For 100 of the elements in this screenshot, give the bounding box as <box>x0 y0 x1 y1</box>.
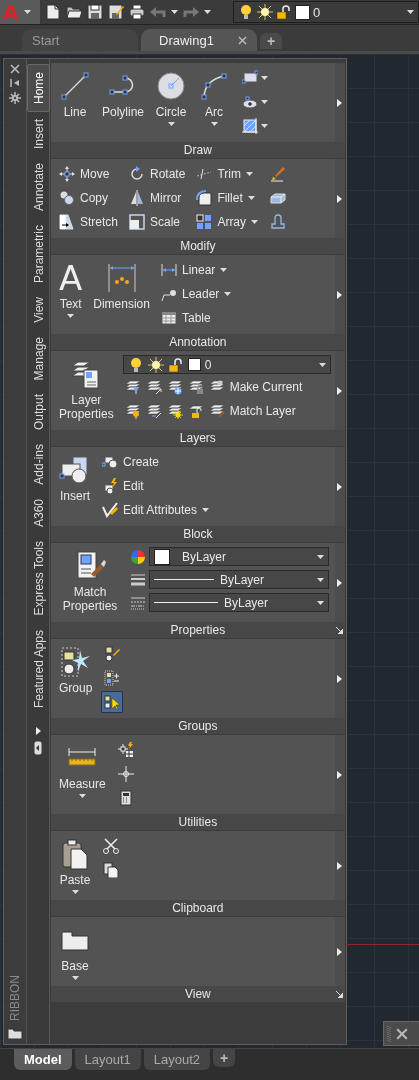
close-icon[interactable] <box>238 35 247 45</box>
layer-pin-icon[interactable] <box>124 379 141 395</box>
ribbon-button[interactable]: Dimension <box>91 259 152 314</box>
sun-icon <box>257 4 273 20</box>
save-icon[interactable] <box>87 4 103 20</box>
ribbon-tab[interactable]: Add-ins <box>27 437 49 492</box>
new-tab-button[interactable]: + <box>260 33 282 49</box>
layout-tab[interactable]: Model <box>14 1049 72 1070</box>
redo-icon[interactable] <box>183 4 199 20</box>
scissors-icon <box>103 838 119 854</box>
expand-arrow-icon[interactable] <box>337 290 343 299</box>
tool-button[interactable] <box>100 859 122 881</box>
tool-button[interactable] <box>101 691 124 713</box>
ribbon-button[interactable]: Base <box>57 921 93 983</box>
ribbon-button[interactable]: Paste <box>57 835 93 897</box>
ribbon-tab[interactable]: A360 <box>27 492 49 534</box>
ribbon-tab[interactable]: View <box>27 290 49 330</box>
close-icon[interactable] <box>10 64 20 74</box>
tool-button[interactable] <box>100 835 122 857</box>
expand-arrow-icon[interactable] <box>337 861 343 870</box>
dock-icon[interactable] <box>10 78 20 88</box>
ribbon-button[interactable]: Arc <box>196 67 233 129</box>
scroll-button-icon[interactable] <box>34 740 42 755</box>
ribbon-button[interactable]: Match Properties <box>57 547 123 616</box>
ribbon-button[interactable]: Group <box>57 643 95 698</box>
circle-icon <box>155 70 188 102</box>
ribbon-button[interactable]: Match Layer <box>206 400 298 422</box>
ribbon-button[interactable]: Array <box>194 211 261 233</box>
expand-arrow-icon[interactable] <box>35 726 41 735</box>
ribbon-tab[interactable]: Featured Apps <box>27 622 49 715</box>
layer-dropdown[interactable]: 0 <box>122 355 331 374</box>
ribbon-tab[interactable]: Express Tools <box>27 534 49 623</box>
expand-arrow-icon[interactable] <box>337 770 343 779</box>
color-wheel-icon <box>130 548 146 565</box>
ribbon-button[interactable]: Linear <box>158 259 234 281</box>
folder-icon[interactable] <box>66 4 82 20</box>
sun-icon <box>147 356 164 373</box>
ribbon-button[interactable]: Mirror <box>127 187 188 209</box>
ribbon-button[interactable]: Copy <box>57 187 120 209</box>
print-icon[interactable] <box>129 4 145 20</box>
ribbon-button[interactable]: Table <box>158 307 234 329</box>
layer-arrow-icon[interactable] <box>145 379 162 395</box>
gear-icon[interactable] <box>9 92 21 104</box>
new-file-icon[interactable] <box>45 4 61 20</box>
document-tab[interactable]: Drawing1 <box>141 29 257 51</box>
expand-arrow-icon[interactable] <box>337 386 343 395</box>
ribbon-button[interactable]: Polyline <box>100 67 147 122</box>
ribbon-tab[interactable]: Parametric <box>27 218 49 291</box>
panel-title: Annotation <box>169 335 227 349</box>
ribbon-button[interactable]: Move <box>57 163 120 185</box>
ribbon-button[interactable]: Create <box>100 451 212 473</box>
ribbon-button[interactable]: Line <box>57 67 93 122</box>
ribbon-button[interactable]: Edit Attributes <box>100 499 212 521</box>
ribbon-button[interactable]: Measure <box>57 739 108 801</box>
ribbon-tab[interactable]: Annotate <box>27 156 49 219</box>
ribbon-button[interactable]: Insert <box>57 451 93 506</box>
close-button[interactable] <box>383 1021 419 1046</box>
ribbon-button[interactable]: Scale <box>127 211 188 233</box>
layer-arrow-icon[interactable] <box>145 403 162 419</box>
ribbon-button[interactable]: A Text <box>57 259 85 321</box>
ribbon-tab[interactable]: Manage <box>27 329 49 388</box>
line-dropdown[interactable]: ByLayer <box>149 570 329 589</box>
line-dropdown[interactable]: ByLayer <box>149 593 329 612</box>
ribbon-button[interactable]: Rotate <box>127 163 188 185</box>
layer-unlock-icon[interactable] <box>187 403 204 419</box>
layer-sun-icon[interactable] <box>166 403 183 419</box>
ribbon-button[interactable]: Edit <box>100 475 212 497</box>
ribbon-button[interactable]: Make Current <box>206 376 305 398</box>
expand-arrow-icon[interactable] <box>337 194 343 203</box>
expand-arrow-icon[interactable] <box>337 674 343 683</box>
layer-snowflake-icon[interactable] <box>166 379 183 395</box>
ribbon-button[interactable]: Leader <box>158 283 234 305</box>
dialog-launcher-icon[interactable] <box>335 627 343 634</box>
undo-icon[interactable] <box>150 4 166 20</box>
ribbon-button[interactable]: Stretch <box>57 211 120 233</box>
point-table-icon <box>117 742 134 758</box>
brush-icon <box>270 166 287 182</box>
layer-lock-icon[interactable] <box>187 379 204 395</box>
ribbon-tab[interactable]: Home <box>26 64 50 112</box>
document-tab[interactable]: Start <box>22 29 138 51</box>
ribbon-button[interactable]: Layer Properties <box>57 355 116 424</box>
save-as-icon[interactable] <box>108 4 124 20</box>
expand-arrow-icon[interactable] <box>337 98 343 107</box>
expand-arrow-icon[interactable] <box>337 578 343 587</box>
layer-dropdown[interactable]: 0 <box>233 1 419 23</box>
expand-arrow-icon[interactable] <box>337 947 343 956</box>
ribbon-button[interactable]: Fillet <box>194 187 261 209</box>
ribbon-button[interactable]: Trim <box>194 163 261 185</box>
dialog-launcher-icon[interactable] <box>335 991 343 998</box>
new-layout-button[interactable]: + <box>213 1049 236 1067</box>
box-icon <box>270 190 287 206</box>
bulb-icon <box>238 4 254 20</box>
layout-tab[interactable]: Layout1 <box>74 1049 141 1070</box>
ribbon-button[interactable]: Circle <box>153 67 190 129</box>
ribbon-tab[interactable]: Output <box>27 387 49 438</box>
expand-arrow-icon[interactable] <box>337 482 343 491</box>
layout-tab[interactable]: Layout2 <box>143 1049 211 1070</box>
ribbon-tab[interactable]: Insert <box>27 112 49 157</box>
color-dropdown[interactable]: ByLayer <box>149 547 329 566</box>
layer-bulb-icon[interactable] <box>124 403 141 419</box>
